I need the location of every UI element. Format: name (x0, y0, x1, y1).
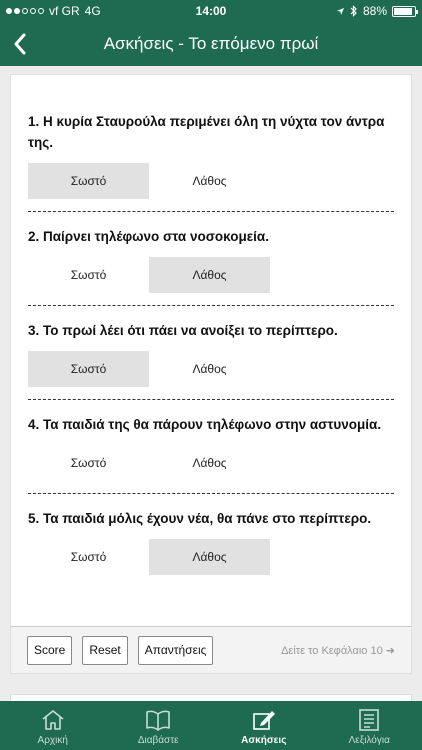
false-button[interactable]: Λάθος (149, 539, 270, 575)
question-5: 5. Τα παιδιά μόλις έχουν νέα, θα πάνε στ… (11, 508, 411, 575)
network-type: 4G (84, 4, 101, 18)
home-icon (42, 710, 64, 730)
answer-options: Σωστό Λάθος (28, 257, 394, 293)
tab-home[interactable]: Αρχική (0, 701, 106, 750)
false-button[interactable]: Λάθος (149, 257, 270, 293)
true-button[interactable]: Σωστό (28, 351, 149, 387)
false-button[interactable]: Λάθος (149, 163, 270, 199)
edit-icon (252, 711, 275, 730)
page-title: Ασκήσεις - Το επόμενο πρωί (103, 34, 319, 53)
question-text: 3. Το πρωί λέει ότι πάει να ανοίξει το π… (28, 323, 338, 338)
carrier-name: vf GR (49, 4, 80, 18)
tab-read[interactable]: Διαβάστε (106, 701, 212, 750)
tab-exercises[interactable]: Ασκήσεις (211, 701, 317, 750)
status-right: 88% (336, 4, 418, 18)
answer-options: Σωστό Λάθος (28, 351, 394, 387)
true-button[interactable]: Σωστό (28, 539, 149, 575)
question-text: 1. Η κυρία Σταυρούλα περιμένει όλη τη νύ… (28, 114, 385, 150)
false-button[interactable]: Λάθος (149, 351, 270, 387)
location-arrow-icon (336, 7, 345, 15)
answer-options: Σωστό Λάθος (28, 163, 394, 199)
question-4: 4. Τα παιδιά της θα πάρουν τηλέφωνο στην… (11, 414, 411, 481)
battery-percent: 88% (362, 4, 387, 18)
tab-label: Λεξιλόγια (348, 735, 390, 746)
list-icon (359, 709, 380, 731)
back-button[interactable] (0, 22, 40, 66)
battery-level (394, 7, 412, 15)
answer-options: Σωστό Λάθος (28, 539, 394, 575)
answers-button[interactable]: Απαντήσεις (137, 635, 214, 665)
status-left: vf GR 4G (6, 4, 336, 18)
book-icon (146, 710, 171, 731)
question-text: 4. Τα παιδιά της θα πάρουν τηλέφωνο στην… (28, 417, 382, 432)
status-bar: vf GR 4G 14:00 88% (0, 0, 422, 22)
nav-bar: Ασκήσεις - Το επόμενο πρωί (0, 22, 422, 66)
next-chapter-link[interactable]: Δείτε το Κεφάλαιο 10 ➜ (281, 644, 395, 657)
question-2: 2. Παίρνει τηλέφωνο στα νοσοκομεία. Σωστ… (11, 226, 411, 293)
score-button[interactable]: Score (27, 635, 73, 665)
reset-button[interactable]: Reset (82, 635, 128, 665)
chevron-left-icon (14, 33, 26, 55)
question-3: 3. Το πρωί λέει ότι πάει να ανοίξει το π… (11, 320, 411, 387)
exercise-toolbar: Score Reset Απαντήσεις Δείτε το Κεφάλαιο… (10, 626, 412, 674)
tab-bar: Αρχική Διαβάστε Ασκήσεις Λεξιλόγια (0, 701, 422, 750)
question-text: 2. Παίρνει τηλέφωνο στα νοσοκομεία. (28, 229, 269, 244)
true-button[interactable]: Σωστό (28, 257, 149, 293)
question-1: 1. Η κυρία Σταυρούλα περιμένει όλη τη νύ… (11, 111, 411, 199)
battery-icon (392, 5, 418, 17)
tab-vocabulary[interactable]: Λεξιλόγια (317, 701, 422, 750)
false-button[interactable]: Λάθος (149, 445, 270, 481)
question-text: 5. Τα παιδιά μόλις έχουν νέα, θα πάνε στ… (28, 511, 372, 526)
answer-options: Σωστό Λάθος (28, 445, 394, 481)
true-button[interactable]: Σωστό (28, 163, 149, 199)
tab-label: Αρχική (37, 735, 68, 746)
bluetooth-icon (350, 5, 357, 17)
tab-label: Ασκήσεις (241, 735, 287, 746)
tab-label: Διαβάστε (137, 735, 179, 746)
exercise-card: 1. Η κυρία Σταυρούλα περιμένει όλη τη νύ… (10, 74, 412, 626)
true-button[interactable]: Σωστό (28, 445, 149, 481)
signal-strength-icon (6, 8, 44, 14)
